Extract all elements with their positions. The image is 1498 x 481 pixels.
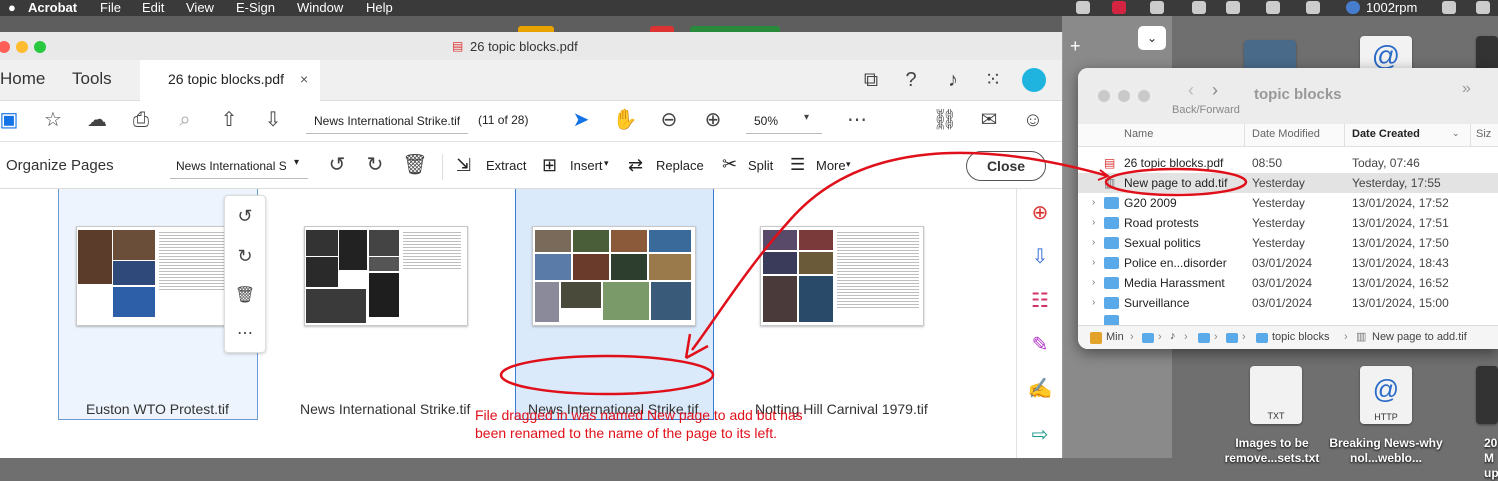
- annotation-arrowhead: [684, 333, 709, 360]
- annotation-arrow-curve: [691, 151, 1109, 351]
- annotation-line-2: been renamed to the name of the page to …: [475, 425, 777, 441]
- annotation-line-1: File dragged in was named New page to ad…: [475, 407, 803, 423]
- annotation-circle-finder-file: [1104, 167, 1248, 197]
- annotation-note: File dragged in was named New page to ad…: [475, 406, 803, 442]
- annotation-circle-renamed-page: [499, 354, 715, 396]
- annotation-overlay: [499, 151, 1248, 396]
